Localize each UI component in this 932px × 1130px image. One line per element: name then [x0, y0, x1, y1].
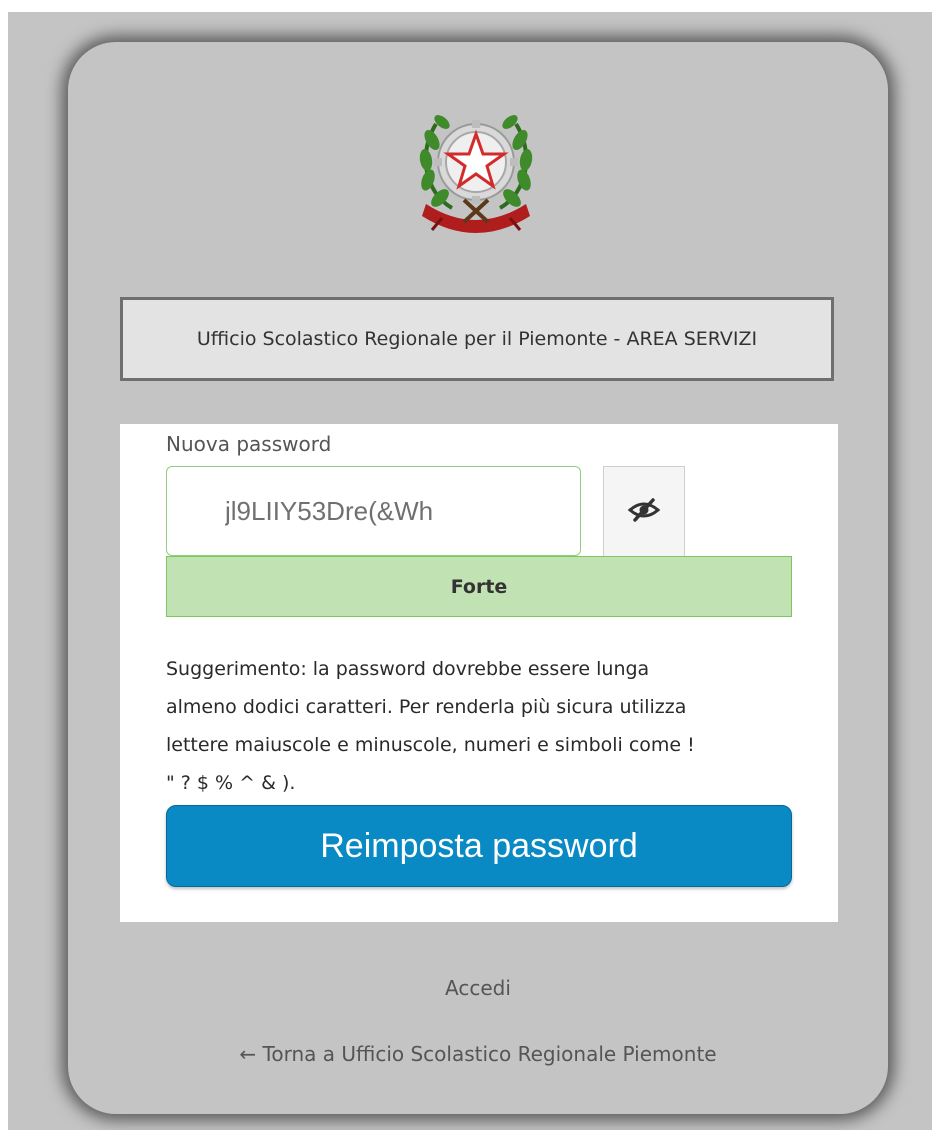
password-hint: Suggerimento: la password dovrebbe esser…: [166, 650, 802, 802]
reset-password-button-label: Reimposta password: [320, 826, 638, 865]
site-title: Ufficio Scolastico Regionale per il Piem…: [120, 297, 834, 381]
emblem-icon: [412, 100, 540, 240]
strength-label: Forte: [450, 575, 508, 598]
hint-line: lettere maiuscole e minuscole, numeri e …: [166, 734, 695, 756]
new-password-input[interactable]: [166, 466, 581, 556]
login-link[interactable]: Accedi: [68, 976, 888, 1000]
back-to-site-link[interactable]: ← Torna a Ufficio Scolastico Regionale P…: [68, 1042, 888, 1066]
password-strength-indicator: Forte: [166, 556, 792, 617]
reset-password-button[interactable]: Reimposta password: [166, 805, 792, 887]
hint-line: " ? $ % ^ & ).: [166, 772, 296, 794]
password-label: Nuova password: [166, 432, 332, 456]
hint-line: almeno dodici caratteri. Per renderla pi…: [166, 696, 687, 718]
hint-line: Suggerimento: la password dovrebbe esser…: [166, 658, 650, 680]
site-title-text: Ufficio Scolastico Regionale per il Piem…: [196, 328, 758, 350]
toggle-password-visibility-button[interactable]: [603, 466, 685, 558]
eye-slash-icon: [627, 498, 661, 526]
